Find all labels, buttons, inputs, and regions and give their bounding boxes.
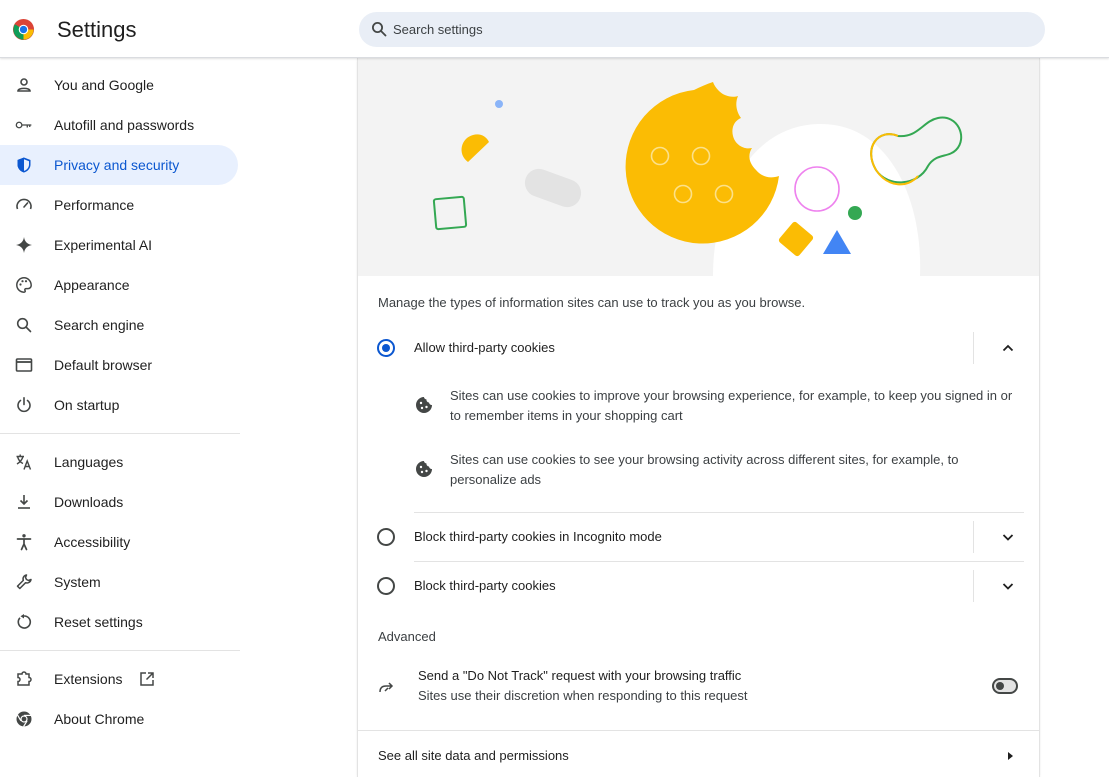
allow-cookies-detail-2: Sites can use cookies to see your browsi… bbox=[414, 450, 1024, 494]
translate-icon bbox=[16, 454, 32, 470]
see-all-label: See all site data and permissions bbox=[378, 748, 569, 763]
sidebar-divider bbox=[0, 650, 240, 651]
allow-cookies-radio[interactable] bbox=[377, 339, 395, 357]
option-block-incognito[interactable]: Block third-party cookies in Incognito m… bbox=[358, 513, 1039, 561]
sidebar-item-search-engine[interactable]: Search engine bbox=[0, 305, 238, 345]
chrome-icon bbox=[16, 711, 32, 727]
section-divider bbox=[358, 730, 1039, 731]
sidebar-item-appearance[interactable]: Appearance bbox=[0, 265, 238, 305]
sidebar-item-on-startup[interactable]: On startup bbox=[0, 385, 238, 425]
sidebar-item-label: Accessibility bbox=[54, 534, 131, 550]
block-cookies-radio[interactable] bbox=[377, 577, 395, 595]
power-icon bbox=[17, 396, 31, 413]
wrench-icon bbox=[16, 574, 32, 590]
sidebar-item-label: System bbox=[54, 574, 101, 590]
chrome-logo-icon bbox=[12, 18, 35, 41]
sidebar-item-label: Performance bbox=[54, 197, 135, 213]
cookies-description: Manage the types of information sites ca… bbox=[378, 295, 806, 310]
sidebar-item-about-chrome[interactable]: About Chrome bbox=[0, 699, 238, 739]
arrow-right-icon bbox=[1008, 752, 1013, 760]
sidebar: You and Google Autofill and passwords Pr… bbox=[0, 58, 240, 777]
chevron-up-icon[interactable] bbox=[1000, 340, 1016, 356]
forward-arrow-icon bbox=[379, 682, 394, 693]
sidebar-item-label: Search engine bbox=[54, 317, 145, 333]
speedometer-icon bbox=[16, 198, 32, 210]
palette-icon bbox=[16, 277, 32, 293]
see-all-site-data-link[interactable]: See all site data and permissions bbox=[358, 732, 1039, 777]
search-icon bbox=[16, 317, 32, 333]
puzzle-icon bbox=[17, 671, 32, 686]
option-block-third-party-cookies[interactable]: Block third-party cookies bbox=[358, 562, 1039, 610]
sidebar-item-label: Autofill and passwords bbox=[54, 117, 195, 133]
sidebar-item-label: Languages bbox=[54, 454, 124, 470]
sidebar-divider bbox=[0, 433, 240, 434]
sidebar-item-extensions[interactable]: Extensions bbox=[0, 659, 238, 699]
option-label: Block third-party cookies in Incognito m… bbox=[414, 529, 662, 544]
sidebar-item-label: Extensions bbox=[54, 671, 123, 687]
option-label: Block third-party cookies bbox=[414, 578, 556, 593]
sidebar-item-reset-settings[interactable]: Reset settings bbox=[0, 602, 238, 642]
sidebar-item-label: You and Google bbox=[54, 77, 154, 93]
sidebar-item-label: Experimental AI bbox=[54, 237, 153, 253]
sidebar-item-downloads[interactable]: Downloads bbox=[0, 482, 238, 522]
sidebar-item-privacy-and-security[interactable]: Privacy and security bbox=[0, 145, 238, 185]
key-icon bbox=[15, 121, 32, 129]
dnt-title: Send a "Do Not Track" request with your … bbox=[418, 668, 742, 683]
cookies-illustration bbox=[358, 58, 1039, 276]
sidebar-item-performance[interactable]: Performance bbox=[0, 185, 238, 225]
do-not-track-row[interactable]: Send a "Do Not Track" request with your … bbox=[358, 660, 1039, 712]
sidebar-item-label: About Chrome bbox=[54, 711, 145, 727]
sparkle-icon bbox=[16, 237, 32, 253]
option-label: Allow third-party cookies bbox=[414, 340, 555, 355]
shield-icon bbox=[17, 157, 31, 173]
sidebar-item-autofill[interactable]: Autofill and passwords bbox=[0, 105, 238, 145]
sidebar-item-label: Downloads bbox=[54, 494, 124, 510]
sidebar-item-accessibility[interactable]: Accessibility bbox=[0, 522, 238, 562]
open-in-new-icon bbox=[140, 672, 154, 686]
row-separator bbox=[973, 332, 974, 364]
chevron-down-icon[interactable] bbox=[1000, 578, 1016, 594]
sidebar-item-languages[interactable]: Languages bbox=[0, 442, 238, 482]
search-input[interactable] bbox=[393, 12, 993, 47]
detail-text: Sites can use cookies to see your browsi… bbox=[450, 452, 959, 487]
row-separator bbox=[973, 521, 974, 553]
cookie-icon bbox=[416, 461, 432, 477]
sidebar-item-label: Reset settings bbox=[54, 614, 143, 630]
person-icon bbox=[17, 78, 31, 92]
advanced-section-title: Advanced bbox=[378, 629, 436, 644]
cookies-illustration-graphic bbox=[432, 82, 963, 276]
accessibility-icon bbox=[16, 534, 32, 551]
reset-icon bbox=[17, 614, 32, 629]
search-bar[interactable] bbox=[359, 12, 1045, 47]
detail-text: Sites can use cookies to improve your br… bbox=[450, 388, 1013, 423]
do-not-track-toggle[interactable] bbox=[992, 678, 1018, 694]
block-incognito-radio[interactable] bbox=[377, 528, 395, 546]
option-allow-third-party-cookies[interactable]: Allow third-party cookies bbox=[358, 324, 1039, 372]
cookie-icon bbox=[416, 397, 432, 413]
row-separator bbox=[973, 570, 974, 602]
dnt-subtitle: Sites use their discretion when respondi… bbox=[418, 688, 748, 703]
sidebar-item-label: Appearance bbox=[54, 277, 130, 293]
cookies-settings-card: Manage the types of information sites ca… bbox=[358, 58, 1039, 777]
page-title: Settings bbox=[57, 17, 137, 42]
sidebar-item-system[interactable]: System bbox=[0, 562, 238, 602]
sidebar-item-label: Privacy and security bbox=[54, 157, 180, 173]
sidebar-item-default-browser[interactable]: Default browser bbox=[0, 345, 238, 385]
sidebar-item-label: On startup bbox=[54, 397, 120, 413]
allow-cookies-detail-1: Sites can use cookies to improve your br… bbox=[414, 386, 1024, 430]
top-bar: Settings bbox=[0, 0, 1109, 58]
browser-window-icon bbox=[15, 358, 33, 372]
chevron-down-icon[interactable] bbox=[1000, 529, 1016, 545]
search-icon bbox=[372, 22, 387, 37]
download-icon bbox=[18, 495, 30, 509]
sidebar-item-you-and-google[interactable]: You and Google bbox=[0, 65, 238, 105]
sidebar-item-experimental-ai[interactable]: Experimental AI bbox=[0, 225, 238, 265]
sidebar-item-label: Default browser bbox=[54, 357, 153, 373]
